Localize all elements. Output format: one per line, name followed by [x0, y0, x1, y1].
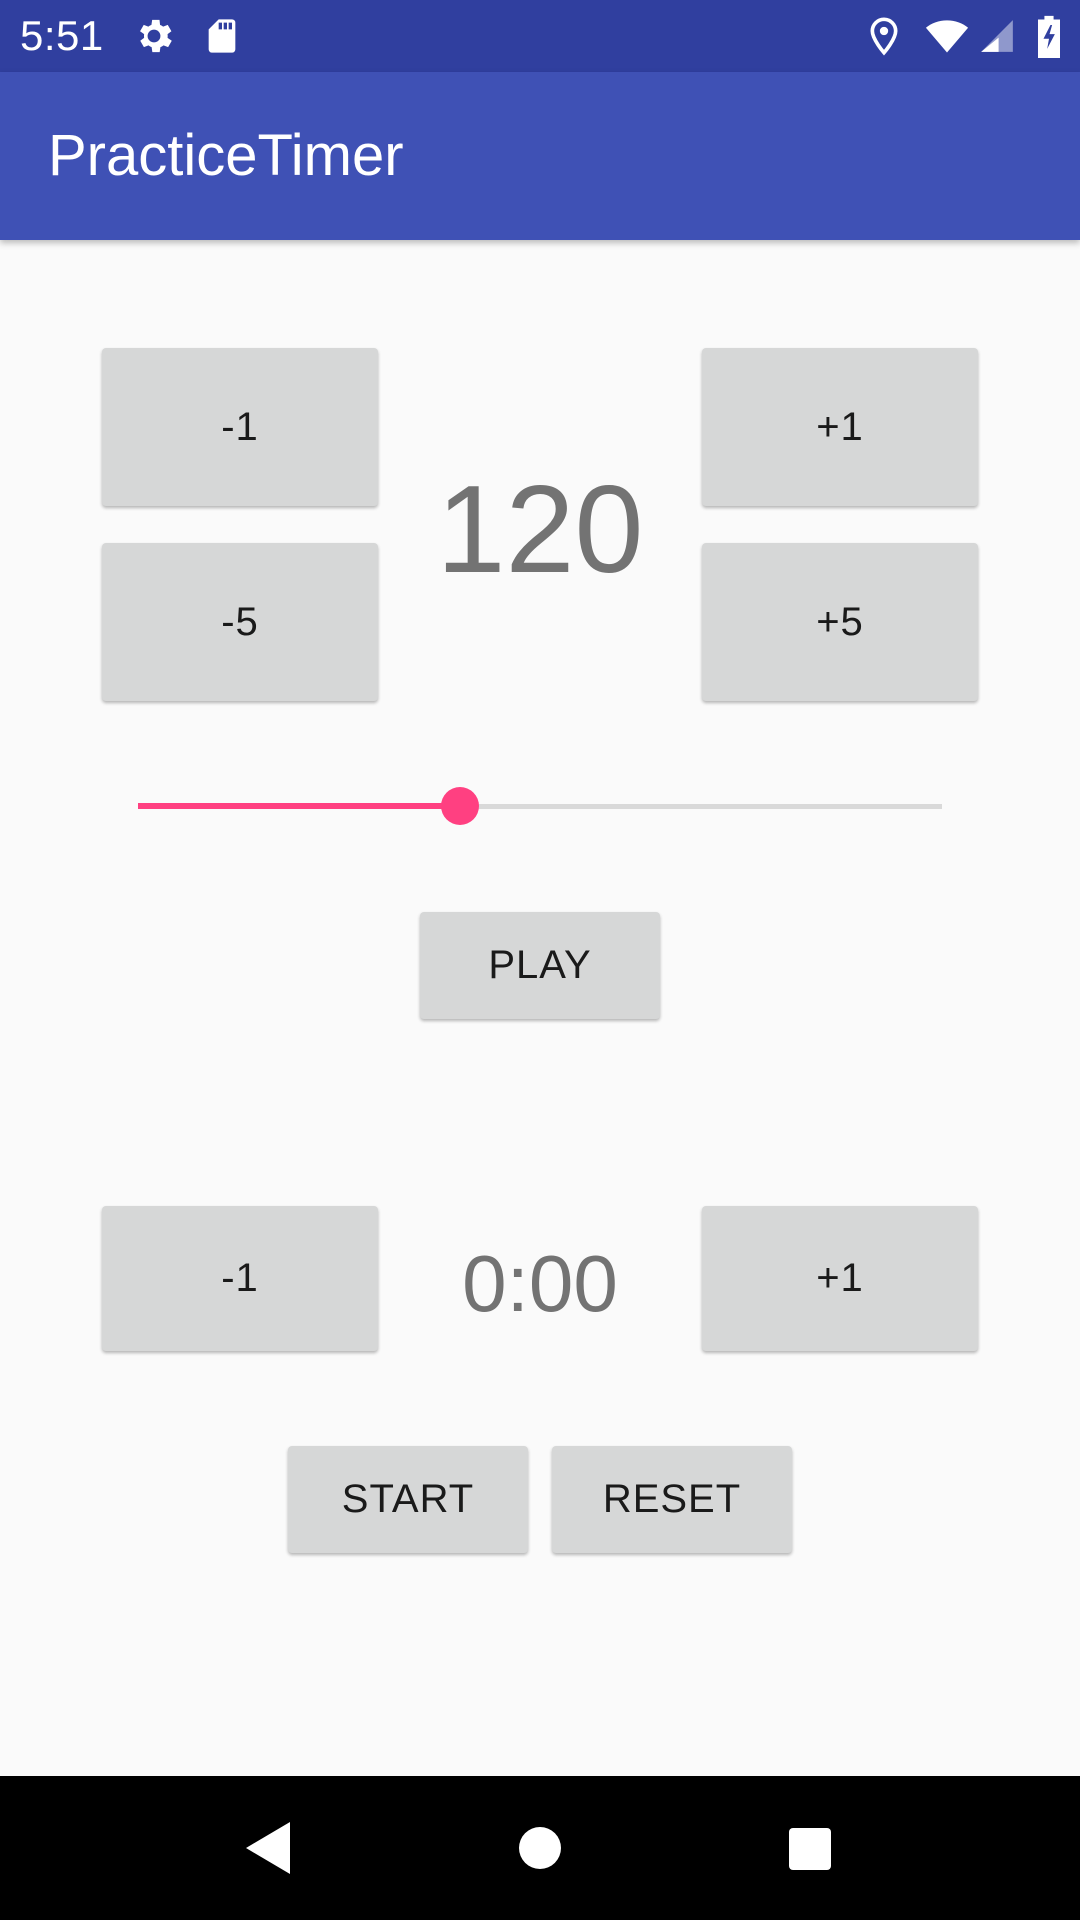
slider-thumb[interactable] — [440, 787, 479, 825]
home-icon[interactable] — [518, 1820, 562, 1876]
status-bar: 5:51 — [0, 0, 1080, 72]
reset-button[interactable]: RESET — [552, 1446, 792, 1553]
cellular-signal-icon — [981, 20, 1013, 52]
app-bar: PracticeTimer — [0, 72, 1080, 240]
timer-value: 0:00 — [462, 1239, 618, 1328]
timer-plus-1-button[interactable]: +1 — [702, 1206, 978, 1351]
navigation-bar — [0, 1776, 1080, 1920]
start-button[interactable]: START — [288, 1446, 528, 1553]
location-icon — [870, 17, 898, 56]
timer-minus-1-button[interactable]: -1 — [102, 1206, 378, 1351]
tempo-value: 120 — [436, 461, 644, 599]
tempo-minus-1-button[interactable]: -1 — [102, 348, 378, 506]
back-icon[interactable] — [242, 1820, 294, 1876]
tempo-plus-5-button[interactable]: +5 — [702, 543, 978, 701]
tempo-minus-5-button[interactable]: -5 — [102, 543, 378, 701]
status-time: 5:51 — [20, 12, 104, 59]
sd-card-icon — [208, 19, 236, 53]
battery-charging-icon — [1038, 15, 1060, 58]
slider-fill — [138, 803, 460, 809]
gear-icon — [140, 19, 172, 53]
wifi-icon — [925, 20, 969, 53]
recents-icon[interactable] — [786, 1820, 834, 1876]
play-button[interactable]: PLAY — [420, 912, 660, 1019]
tempo-plus-1-button[interactable]: +1 — [702, 348, 978, 506]
tempo-slider[interactable] — [138, 786, 942, 828]
app-title: PracticeTimer — [48, 123, 404, 188]
